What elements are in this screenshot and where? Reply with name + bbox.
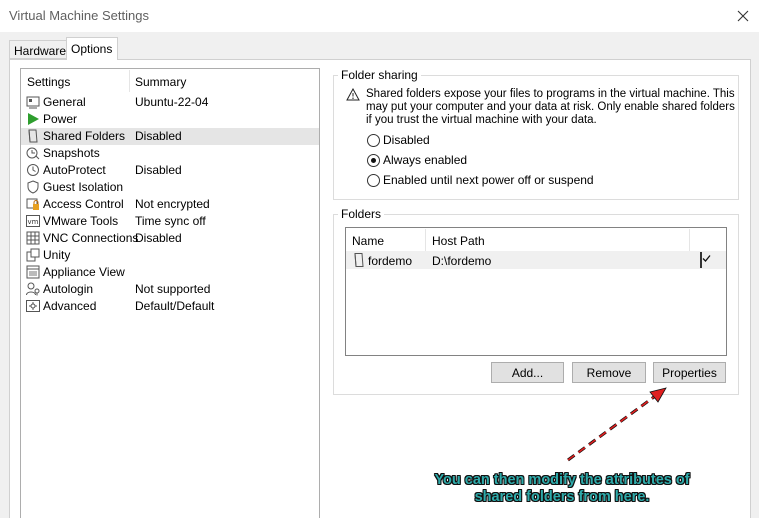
settings-item-summary: Disabled: [135, 163, 182, 177]
column-divider[interactable]: [689, 229, 690, 251]
radio-button[interactable]: [367, 133, 380, 147]
settings-item-guest-isolation[interactable]: Guest Isolation: [21, 179, 319, 196]
settings-item-autologin[interactable]: Autologin Not supported: [21, 281, 319, 298]
settings-item-label: Autologin: [43, 282, 94, 296]
table-row[interactable]: fordemo D:\fordemo: [346, 251, 726, 269]
settings-item-label: General: [43, 95, 86, 109]
autoprotect-icon: [27, 164, 39, 176]
column-divider[interactable]: [129, 70, 130, 92]
settings-item-label: Power: [43, 112, 78, 126]
settings-item-summary: Not supported: [135, 282, 211, 296]
radio-button[interactable]: [367, 173, 380, 187]
settings-item-summary: Time sync off: [135, 214, 206, 228]
shared-folder-icon: [354, 253, 364, 267]
unity-icon: [26, 248, 40, 262]
annotation-arrow: [567, 387, 667, 462]
settings-item-summary: Not encrypted: [135, 197, 210, 211]
appliance-view-icon: [26, 265, 40, 279]
close-icon: [737, 10, 749, 22]
settings-item-summary: Ubuntu-22-04: [135, 95, 209, 109]
general-icon: [26, 96, 40, 109]
column-divider[interactable]: [425, 229, 426, 251]
radio-label: Always enabled: [383, 153, 468, 167]
power-icon: [28, 113, 39, 125]
add-button[interactable]: Add...: [491, 362, 564, 383]
vmware-tools-icon: vm: [26, 215, 40, 227]
folder-enabled-checkbox[interactable]: [700, 252, 711, 268]
annotation-line: shared folders from here.: [474, 489, 650, 505]
close-button[interactable]: [727, 0, 759, 32]
radio-button[interactable]: [367, 153, 380, 167]
settings-item-vnc-connections[interactable]: VNC Connections Disabled: [21, 230, 319, 247]
settings-item-access-control[interactable]: Access Control Not encrypted: [21, 196, 319, 213]
settings-item-label: Access Control: [43, 197, 124, 211]
settings-item-label: Snapshots: [43, 146, 100, 160]
folder-sharing-warning: Shared folders expose your files to prog…: [366, 88, 735, 126]
radio-label: Enabled until next power off or suspend: [383, 173, 594, 187]
settings-item-label: Guest Isolation: [43, 180, 124, 194]
settings-item-label: Advanced: [43, 299, 97, 313]
access-control-icon: [26, 198, 39, 210]
settings-item-summary: Disabled: [135, 231, 182, 245]
folder-host-path: D:\fordemo: [432, 254, 492, 268]
svg-text:vm: vm: [28, 218, 39, 226]
advanced-icon: [26, 300, 40, 312]
radio-label: Disabled: [383, 133, 430, 147]
settings-item-label: Appliance View: [43, 265, 125, 279]
settings-column-header[interactable]: Settings: [27, 75, 70, 89]
checkmark-icon: [702, 255, 711, 262]
shared-folders-icon: [28, 129, 38, 143]
vnc-icon: [26, 231, 40, 245]
guest-isolation-icon: [27, 180, 39, 194]
snapshots-icon: [26, 147, 40, 160]
settings-item-appliance-view[interactable]: Appliance View: [21, 264, 319, 281]
host-path-column-header[interactable]: Host Path: [432, 234, 485, 248]
radio-always-enabled[interactable]: Always enabled: [367, 152, 467, 168]
settings-item-unity[interactable]: Unity: [21, 247, 319, 264]
settings-item-general[interactable]: General Ubuntu-22-04: [21, 94, 319, 111]
settings-item-summary: Disabled: [135, 129, 182, 143]
folder-name: fordemo: [368, 254, 413, 268]
radio-disabled[interactable]: Disabled: [367, 132, 430, 148]
annotation-line: You can then modify the attributes of: [434, 472, 690, 488]
settings-item-label: AutoProtect: [43, 163, 106, 177]
settings-item-label: VNC Connections: [43, 231, 139, 245]
name-column-header[interactable]: Name: [352, 234, 384, 248]
settings-item-advanced[interactable]: Advanced Default/Default: [21, 298, 319, 315]
tab-hardware[interactable]: Hardware: [9, 40, 66, 59]
autologin-icon: [26, 282, 40, 296]
summary-column-header[interactable]: Summary: [135, 75, 186, 89]
window-title: Virtual Machine Settings: [9, 8, 149, 23]
folder-sharing-title: Folder sharing: [338, 68, 421, 82]
settings-item-summary: Default/Default: [135, 299, 215, 313]
settings-item-power[interactable]: Power: [21, 111, 319, 128]
settings-item-autoprotect[interactable]: AutoProtect Disabled: [21, 162, 319, 179]
tab-options[interactable]: Options: [66, 37, 118, 60]
settings-item-label: Shared Folders: [43, 129, 126, 143]
settings-item-vmware-tools[interactable]: vm VMware Tools Time sync off: [21, 213, 319, 230]
radio-enabled-until-power-off[interactable]: Enabled until next power off or suspend: [367, 172, 594, 188]
folders-table[interactable]: [345, 227, 727, 356]
settings-item-label: VMware Tools: [43, 214, 119, 228]
warning-icon: [346, 88, 360, 101]
folders-title: Folders: [338, 207, 385, 221]
settings-item-shared-folders[interactable]: Shared Folders Disabled: [21, 128, 319, 145]
settings-item-label: Unity: [43, 248, 71, 262]
settings-item-snapshots[interactable]: Snapshots: [21, 145, 319, 162]
annotation-callout: You can then modify the attributes of sh…: [397, 472, 727, 506]
